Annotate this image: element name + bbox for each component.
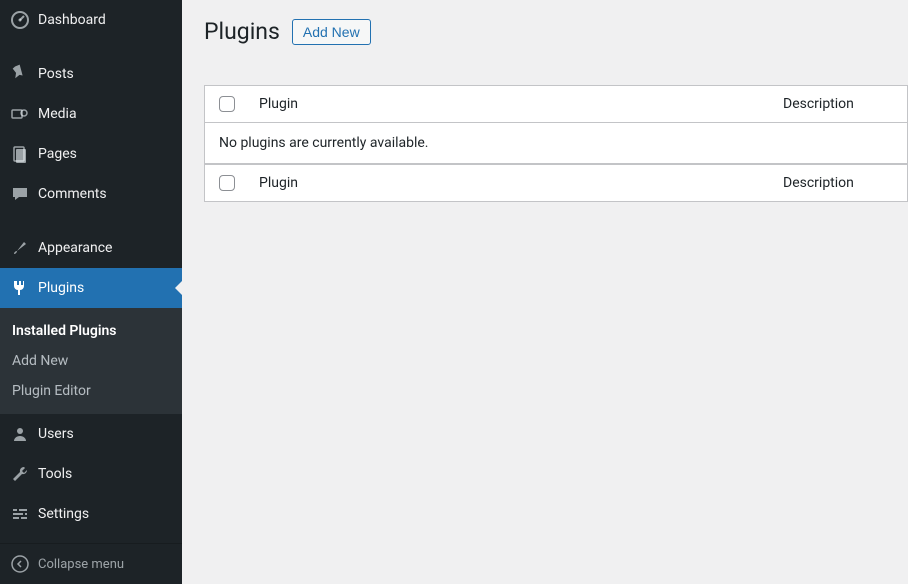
sidebar-item-media[interactable]: Media xyxy=(0,94,182,134)
admin-sidebar: Dashboard Posts Media Pages Comments App… xyxy=(0,0,182,584)
select-all-header-cell xyxy=(219,96,259,112)
collapse-menu[interactable]: Collapse menu xyxy=(0,543,182,584)
select-all-footer-cell xyxy=(219,175,259,191)
menu-separator xyxy=(0,40,182,54)
plugins-table: Plugin Description No plugins are curren… xyxy=(204,85,908,202)
brush-icon xyxy=(10,238,30,258)
page-title: Plugins xyxy=(204,18,280,45)
page-heading: Plugins Add New xyxy=(204,18,908,45)
pin-icon xyxy=(10,64,30,84)
sidebar-item-comments[interactable]: Comments xyxy=(0,174,182,214)
sidebar-item-posts[interactable]: Posts xyxy=(0,54,182,94)
sidebar-item-plugins[interactable]: Plugins xyxy=(0,268,182,308)
submenu-item-addnew[interactable]: Add New xyxy=(0,346,182,376)
add-new-button[interactable]: Add New xyxy=(292,19,371,45)
select-all-checkbox[interactable] xyxy=(219,96,235,112)
submenu-item-installed[interactable]: Installed Plugins xyxy=(0,316,182,346)
sidebar-item-users[interactable]: Users xyxy=(0,414,182,454)
sidebar-item-label: Plugins xyxy=(38,280,84,296)
wrench-icon xyxy=(10,464,30,484)
plugins-submenu: Installed Plugins Add New Plugin Editor xyxy=(0,308,182,414)
sidebar-item-label: Users xyxy=(38,426,74,442)
page-icon xyxy=(10,144,30,164)
sidebar-item-label: Tools xyxy=(38,466,72,482)
sidebar-item-appearance[interactable]: Appearance xyxy=(0,228,182,268)
submenu-item-editor[interactable]: Plugin Editor xyxy=(0,376,182,406)
menu-separator xyxy=(0,214,182,228)
collapse-label: Collapse menu xyxy=(38,557,124,572)
select-all-checkbox-footer[interactable] xyxy=(219,175,235,191)
sidebar-item-dashboard[interactable]: Dashboard xyxy=(0,0,182,40)
column-header-description[interactable]: Description xyxy=(783,96,893,112)
table-footer-row: Plugin Description xyxy=(205,164,907,201)
main-content: Plugins Add New Plugin Description No pl… xyxy=(182,0,908,584)
sidebar-item-pages[interactable]: Pages xyxy=(0,134,182,174)
sidebar-item-label: Media xyxy=(38,106,77,122)
sidebar-item-label: Appearance xyxy=(38,240,112,256)
sidebar-item-label: Pages xyxy=(38,146,77,162)
sidebar-item-label: Settings xyxy=(38,506,89,522)
comment-icon xyxy=(10,184,30,204)
table-header-row: Plugin Description xyxy=(205,86,907,123)
user-icon xyxy=(10,424,30,444)
plug-icon xyxy=(10,278,30,298)
sidebar-item-label: Comments xyxy=(38,186,107,202)
column-footer-plugin[interactable]: Plugin xyxy=(259,175,783,191)
sidebar-item-settings[interactable]: Settings xyxy=(0,494,182,534)
empty-message: No plugins are currently available. xyxy=(205,123,907,164)
sliders-icon xyxy=(10,504,30,524)
sidebar-item-label: Dashboard xyxy=(38,12,106,28)
column-header-plugin[interactable]: Plugin xyxy=(259,96,783,112)
sidebar-item-label: Posts xyxy=(38,66,74,82)
collapse-icon xyxy=(10,554,30,574)
sidebar-item-tools[interactable]: Tools xyxy=(0,454,182,494)
column-footer-description[interactable]: Description xyxy=(783,175,893,191)
dashboard-icon xyxy=(10,10,30,30)
media-icon xyxy=(10,104,30,124)
